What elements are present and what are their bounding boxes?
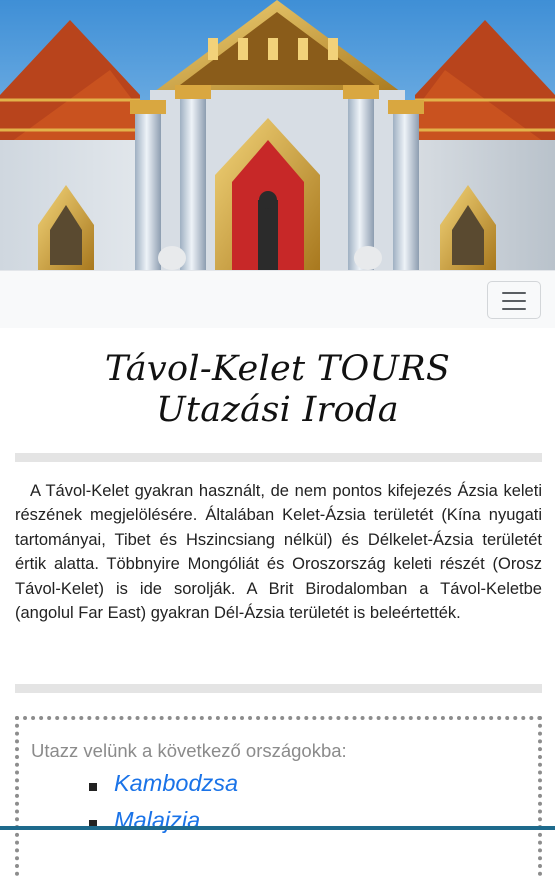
square-bullet-icon (89, 783, 97, 791)
intro-paragraph: A Távol-Kelet gyakran használt, de nem p… (15, 482, 542, 623)
divider-top (15, 453, 542, 462)
countries-box: Utazz velünk a következő országokba: Kam… (15, 716, 542, 876)
bottom-edge (0, 826, 555, 830)
hero-banner-image (0, 0, 555, 270)
page-title: Távol-Kelet TOURS Utazási Iroda (0, 349, 555, 431)
navbar (0, 270, 555, 328)
page-title-line2: Utazási Iroda (156, 390, 399, 430)
page-title-line1: Távol-Kelet TOURS (104, 349, 451, 389)
countries-intro: Utazz velünk a következő országokba: (31, 740, 347, 761)
country-link-kambodzsa[interactable]: Kambodzsa (114, 770, 238, 797)
divider-bottom (15, 684, 542, 693)
navbar-toggle-button[interactable] (487, 281, 541, 319)
